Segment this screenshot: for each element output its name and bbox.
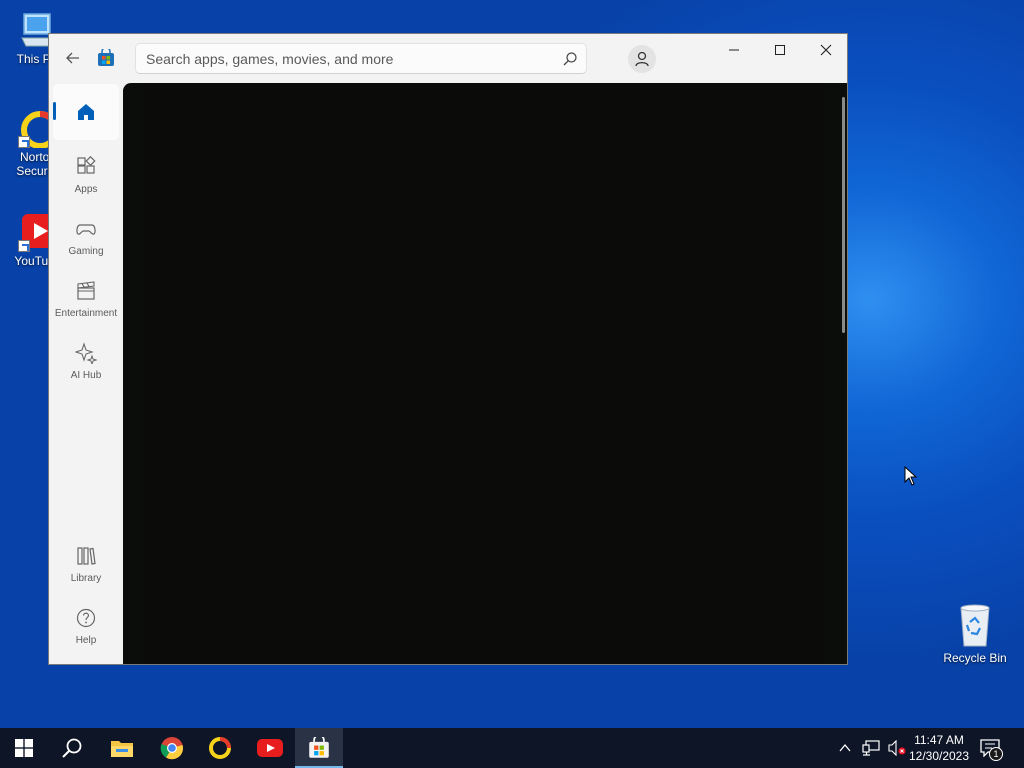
arrow-left-icon	[66, 52, 79, 64]
taskbar-microsoft-store[interactable]	[295, 728, 343, 768]
taskbar-clock[interactable]: 11:47 AM 12/30/2023	[906, 732, 972, 764]
taskbar-norton[interactable]	[196, 728, 244, 768]
person-icon	[635, 51, 649, 67]
mouse-cursor-icon	[904, 466, 918, 486]
account-button[interactable]	[628, 45, 656, 73]
taskbar-search-button[interactable]	[48, 728, 96, 768]
chevron-up-icon[interactable]	[838, 741, 852, 755]
home-icon	[78, 104, 94, 120]
search-icon[interactable]	[562, 51, 578, 67]
close-icon	[820, 44, 832, 56]
chrome-icon	[160, 737, 184, 760]
nav-item-label: AI Hub	[70, 370, 102, 381]
desktop-icon-label: Recycle Bin	[943, 651, 1007, 665]
gamepad-icon	[76, 224, 96, 235]
clock-time: 11:47 AM	[914, 733, 964, 747]
nav-item-help[interactable]: Help	[53, 599, 119, 655]
microsoft-store-icon	[309, 737, 329, 758]
nav-item-library[interactable]: Library	[53, 537, 119, 593]
minimize-button[interactable]	[711, 34, 757, 66]
youtube-icon	[257, 739, 283, 757]
microsoft-store-window: Apps Gaming Entertainment AI Hub	[48, 33, 848, 665]
nav-item-label: Apps	[74, 184, 98, 195]
clapperboard-icon	[77, 281, 95, 300]
nav-item-home[interactable]	[53, 84, 119, 140]
nav-item-label: Library	[70, 573, 102, 584]
shortcut-arrow-icon	[18, 240, 30, 252]
taskbar: 11:47 AM 12/30/2023 1	[0, 728, 1024, 768]
recycle-bin-icon	[960, 604, 990, 647]
notification-count-badge: 1	[989, 747, 1003, 761]
title-bar	[49, 34, 847, 83]
windows-logo-icon	[15, 739, 33, 757]
clock-date: 12/30/2023	[908, 749, 970, 763]
shortcut-arrow-icon	[18, 136, 30, 148]
navigation-sidebar: Apps Gaming Entertainment AI Hub Library…	[49, 83, 123, 664]
help-icon	[76, 608, 96, 628]
taskbar-youtube[interactable]	[246, 728, 294, 768]
nav-item-gaming[interactable]: Gaming	[53, 210, 119, 266]
minimize-icon	[729, 49, 739, 51]
nav-item-label: Entertainment	[54, 308, 118, 319]
nav-item-label: Gaming	[68, 246, 104, 257]
nav-item-entertainment[interactable]: Entertainment	[53, 272, 119, 328]
search-input[interactable]	[136, 44, 546, 73]
norton-icon	[209, 737, 231, 759]
search-icon	[62, 738, 82, 758]
nav-item-label: Help	[75, 635, 97, 646]
system-tray	[838, 728, 906, 768]
back-button[interactable]	[61, 46, 85, 70]
taskbar-chrome[interactable]	[148, 728, 196, 768]
vertical-scrollbar[interactable]	[842, 97, 845, 333]
content-loading-surface	[145, 83, 825, 664]
content-area	[123, 83, 847, 664]
apps-icon	[77, 155, 96, 174]
folder-icon	[111, 741, 133, 757]
volume-muted-icon[interactable]	[888, 740, 906, 756]
desktop-icon-recycle-bin[interactable]: Recycle Bin	[942, 602, 1008, 665]
close-button[interactable]	[803, 34, 847, 66]
nav-item-apps[interactable]: Apps	[53, 148, 119, 204]
taskbar-file-explorer[interactable]	[98, 728, 146, 768]
maximize-icon	[775, 45, 785, 55]
sparkle-icon	[74, 342, 98, 366]
nav-item-ai-hub[interactable]: AI Hub	[53, 334, 119, 390]
microsoft-store-icon	[97, 46, 115, 67]
network-icon[interactable]	[862, 740, 880, 756]
maximize-button[interactable]	[757, 34, 803, 66]
search-bar	[135, 43, 587, 74]
start-button[interactable]	[0, 728, 48, 768]
library-icon	[77, 547, 96, 565]
